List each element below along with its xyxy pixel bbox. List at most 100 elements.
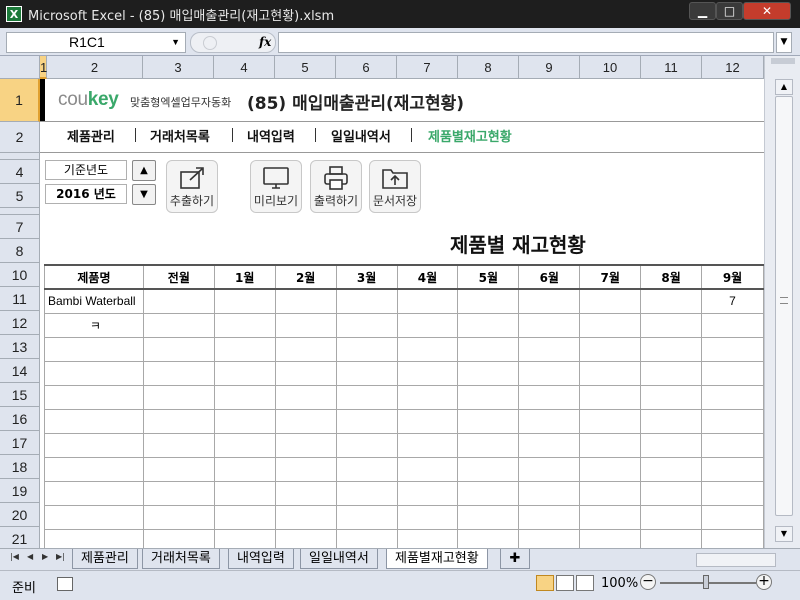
column-header-month[interactable]: 2월 (274, 264, 337, 290)
stock-cell[interactable] (457, 504, 520, 530)
column-header[interactable]: 1 (40, 56, 47, 79)
stock-cell[interactable]: 7 (701, 288, 764, 314)
stock-cell[interactable] (579, 504, 642, 530)
row-header[interactable]: 1 (0, 79, 40, 122)
stock-cell[interactable] (274, 432, 337, 458)
stock-cell[interactable] (640, 432, 703, 458)
row-header[interactable]: 7 (0, 215, 40, 239)
last-sheet-icon[interactable]: ▶| (56, 552, 65, 561)
column-header-month[interactable]: 전월 (142, 264, 215, 290)
print-button[interactable]: 출력하기 (310, 160, 362, 213)
stock-cell[interactable] (396, 432, 459, 458)
close-button[interactable]: ✕ (743, 2, 791, 20)
stock-cell[interactable] (213, 336, 276, 362)
scroll-up-icon[interactable]: ▲ (775, 79, 793, 95)
stock-cell[interactable] (518, 504, 581, 530)
maximize-button[interactable]: □ (716, 2, 743, 20)
stock-cell[interactable] (701, 336, 764, 362)
stock-cell[interactable] (457, 336, 520, 362)
save-document-button[interactable]: 문서저장 (369, 160, 421, 213)
stock-cell[interactable] (701, 528, 764, 548)
preview-button[interactable]: 미리보기 (250, 160, 302, 213)
stock-cell[interactable] (274, 288, 337, 314)
stock-cell[interactable] (274, 336, 337, 362)
stock-cell[interactable] (701, 408, 764, 434)
column-header-month[interactable]: 6월 (518, 264, 581, 290)
product-name-cell[interactable] (44, 528, 144, 548)
stock-cell[interactable] (142, 528, 215, 548)
stock-cell[interactable] (396, 408, 459, 434)
stock-cell[interactable] (701, 312, 764, 338)
horizontal-scrollbar[interactable] (696, 553, 776, 567)
stock-cell[interactable] (335, 336, 398, 362)
stock-cell[interactable] (335, 312, 398, 338)
vertical-scrollbar[interactable]: ▲ ▼ (764, 56, 800, 548)
stock-cell[interactable] (640, 384, 703, 410)
stock-cell[interactable] (396, 528, 459, 548)
stock-cell[interactable] (274, 384, 337, 410)
stock-cell[interactable] (142, 312, 215, 338)
stock-cell[interactable] (335, 528, 398, 548)
stock-cell[interactable] (142, 432, 215, 458)
product-name-cell[interactable]: Bambi Waterball (44, 288, 144, 314)
stock-cell[interactable] (213, 312, 276, 338)
stock-cell[interactable] (457, 312, 520, 338)
stock-cell[interactable] (518, 408, 581, 434)
nav-client-list[interactable]: 거래처목록 (150, 126, 210, 145)
stock-cell[interactable] (457, 456, 520, 482)
nav-daily-statement[interactable]: 일일내역서 (331, 126, 391, 145)
stock-cell[interactable] (579, 432, 642, 458)
stock-cell[interactable] (396, 312, 459, 338)
column-header[interactable]: 2 (47, 56, 143, 79)
product-name-cell[interactable] (44, 408, 144, 434)
zoom-slider-thumb[interactable] (703, 575, 709, 589)
row-header[interactable]: 14 (0, 359, 40, 383)
stock-cell[interactable] (640, 360, 703, 386)
row-header[interactable]: 21 (0, 527, 40, 548)
product-name-cell[interactable] (44, 432, 144, 458)
column-header[interactable]: 3 (143, 56, 214, 79)
page-layout-view-icon[interactable] (556, 575, 574, 591)
nav-entry-input[interactable]: 내역입력 (247, 126, 295, 145)
column-header[interactable]: 6 (336, 56, 397, 79)
sheet-tab[interactable]: 내역입력 (228, 549, 294, 569)
stock-cell[interactable] (274, 480, 337, 506)
name-box[interactable]: R1C1 ▼ (6, 32, 186, 53)
stock-cell[interactable] (457, 384, 520, 410)
stock-cell[interactable] (640, 336, 703, 362)
insert-sheet-icon[interactable]: ✚ (500, 549, 530, 569)
stock-cell[interactable] (579, 384, 642, 410)
stock-cell[interactable] (213, 480, 276, 506)
row-header[interactable] (0, 153, 40, 160)
column-header[interactable]: 9 (519, 56, 580, 79)
stock-cell[interactable] (701, 360, 764, 386)
stock-cell[interactable] (579, 360, 642, 386)
product-name-cell[interactable] (44, 480, 144, 506)
stock-cell[interactable] (457, 432, 520, 458)
stock-cell[interactable] (457, 408, 520, 434)
column-header-month[interactable]: 9월 (701, 264, 764, 290)
column-header[interactable]: 5 (275, 56, 336, 79)
stock-cell[interactable] (213, 384, 276, 410)
stock-cell[interactable] (396, 480, 459, 506)
stock-cell[interactable] (518, 336, 581, 362)
stock-cell[interactable] (701, 384, 764, 410)
stock-cell[interactable] (518, 480, 581, 506)
insert-function-icon[interactable]: fx (259, 35, 271, 49)
stock-cell[interactable] (457, 528, 520, 548)
excel-icon[interactable]: X (6, 6, 22, 22)
expand-formula-bar-icon[interactable]: ▼ (776, 32, 792, 53)
zoom-out-icon[interactable]: − (640, 574, 656, 590)
stock-cell[interactable] (142, 504, 215, 530)
stock-cell[interactable] (142, 480, 215, 506)
stock-cell[interactable] (640, 480, 703, 506)
column-header-month[interactable]: 8월 (640, 264, 703, 290)
stock-cell[interactable] (335, 456, 398, 482)
row-header[interactable]: 19 (0, 479, 40, 503)
column-header[interactable]: 7 (397, 56, 458, 79)
stock-cell[interactable] (640, 504, 703, 530)
stock-cell[interactable] (579, 528, 642, 548)
stock-cell[interactable] (274, 408, 337, 434)
scroll-down-icon[interactable]: ▼ (775, 526, 793, 542)
row-header[interactable]: 13 (0, 335, 40, 359)
